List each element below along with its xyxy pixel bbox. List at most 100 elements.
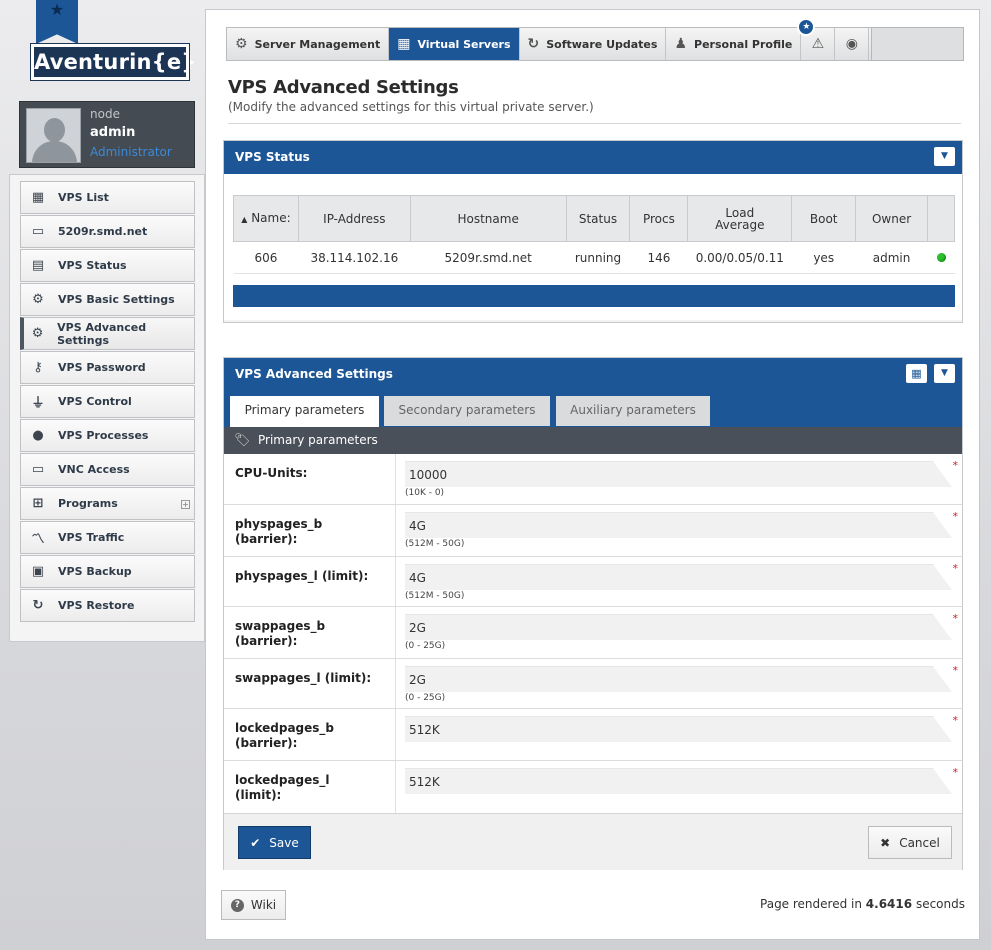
sidebar-item-vps-restore[interactable]: ↻ VPS Restore (20, 589, 195, 622)
save-button[interactable]: ✔ Save (238, 826, 311, 859)
question-circle-icon: ● (32, 428, 44, 443)
lockedpages-b-input[interactable] (405, 716, 952, 742)
tab-label: Personal Profile (694, 37, 793, 51)
logout-button[interactable]: ◉ (835, 28, 870, 60)
gear-icon: ⚙ (235, 36, 248, 52)
sidebar-item-vps-password[interactable]: ⚷ VPS Password (20, 351, 195, 384)
sidebar-item-vps-control[interactable]: ⏚ VPS Control (20, 385, 195, 418)
collapse-toggle-icon[interactable]: ▼ (934, 147, 955, 166)
swappages-b-input[interactable] (405, 614, 952, 640)
user-icon: ♟ (674, 36, 688, 52)
required-icon: * (952, 459, 959, 472)
field-hint: (512M - 50G) (405, 539, 465, 549)
required-icon: * (952, 714, 959, 727)
column-header-name[interactable]: ▲ Name: (233, 195, 299, 242)
collapse-toggle-icon[interactable]: ▼ (934, 364, 955, 383)
column-header-procs[interactable]: Procs (629, 195, 689, 242)
tab-auxiliary-parameters[interactable]: Auxiliary parameters (556, 396, 710, 426)
column-header-status[interactable]: Status (565, 195, 631, 242)
cell-hostname: 5209r.smd.net (410, 241, 567, 274)
field-label: swappages_l (limit): (235, 671, 372, 685)
sidebar-item-programs[interactable]: ⊞ Programs + (20, 487, 195, 520)
field-label: CPU-Units: (235, 466, 308, 480)
required-icon: * (952, 766, 959, 779)
nav-spacer (871, 27, 964, 61)
sidebar-nav: ▦ VPS List ▭ 5209r.smd.net ▤ VPS Status … (9, 174, 205, 642)
physpages-l-input[interactable] (405, 564, 952, 590)
refresh-icon: ↻ (527, 36, 540, 52)
sidebar-item-label: VPS Restore (58, 599, 135, 612)
gear-icon: ⚙ (32, 292, 44, 307)
user-role-link[interactable]: Administrator (90, 145, 172, 159)
column-header-owner[interactable]: Owner (855, 195, 929, 242)
logo[interactable]: Aventurin{e} (30, 43, 196, 81)
sidebar-item-label: Programs (58, 497, 118, 510)
cancel-label: Cancel (899, 835, 940, 850)
sidebar-item-vps-status[interactable]: ▤ VPS Status (20, 249, 195, 282)
sidebar-item-vps-advanced-settings[interactable]: ⚙ VPS Advanced Settings (20, 317, 195, 350)
grid-view-icon[interactable]: ▦ (906, 364, 927, 383)
sidebar-item-label: VNC Access (58, 463, 130, 476)
sidebar-item-label: VPS Backup (58, 565, 132, 578)
tab-secondary-parameters[interactable]: Secondary parameters (384, 396, 550, 426)
column-header-boot[interactable]: Boot (791, 195, 857, 242)
swappages-l-input[interactable] (405, 666, 952, 692)
field-label: swappages_b (barrier): (235, 619, 326, 648)
tab-primary-parameters[interactable]: Primary parameters (230, 396, 379, 427)
gears-icon: ⚙ (31, 326, 44, 341)
tab-strip: Primary parameters Secondary parameters … (224, 391, 962, 427)
sitemap-icon: ⊞ (32, 496, 44, 511)
lockedpages-l-input[interactable] (405, 768, 952, 794)
cell-ip: 38.114.102.16 (298, 241, 411, 274)
settings-form: CPU-Units: (10K - 0) * physpages_b (barr… (224, 454, 962, 813)
sidebar-item-vnc-access[interactable]: ▭ VNC Access (20, 453, 195, 486)
section-title: Primary parameters (258, 433, 378, 447)
sidebar-item-label: VPS List (58, 191, 109, 204)
form-row-lockedpages-b: lockedpages_b (barrier): * (224, 709, 962, 761)
sidebar-item-label: VPS Advanced Settings (57, 320, 147, 347)
tab-software-updates[interactable]: ↻ Software Updates (520, 28, 667, 60)
expand-icon[interactable]: + (181, 500, 190, 509)
sidebar-item-label: VPS Password (58, 361, 146, 374)
sidebar-item-vps-traffic[interactable]: 〽 VPS Traffic (20, 521, 195, 554)
sidebar-item-label: VPS Status (58, 259, 127, 272)
sidebar-item-vps-basic-settings[interactable]: ⚙ VPS Basic Settings (20, 283, 195, 316)
sidebar-item-label: VPS Processes (58, 429, 149, 442)
form-footer: ✔ Save ✖ Cancel (224, 813, 962, 870)
tab-virtual-servers[interactable]: ▦ Virtual Servers (389, 28, 520, 60)
cpu-units-input[interactable] (405, 461, 952, 487)
sidebar-item-vps-list[interactable]: ▦ VPS List (20, 181, 195, 214)
cell-boot: yes (791, 241, 856, 274)
field-hint: (10K - 0) (405, 488, 445, 498)
form-row-physpages-b: physpages_b (barrier): (512M - 50G) * (224, 505, 962, 557)
physpages-b-input[interactable] (405, 512, 952, 538)
sidebar-item-label: 5209r.smd.net (58, 225, 148, 238)
sidebar-item-vps-processes[interactable]: ● VPS Processes (20, 419, 195, 452)
section-header: 🏷 Primary parameters (224, 427, 962, 454)
tab-personal-profile[interactable]: ♟ Personal Profile (666, 28, 802, 60)
table-row[interactable]: 606 38.114.102.16 5209r.smd.net running … (233, 241, 955, 274)
form-row-lockedpages-l: lockedpages_l (limit): * (224, 761, 962, 813)
required-icon: * (952, 510, 959, 523)
required-icon: * (952, 664, 959, 677)
page-title: VPS Advanced Settings (228, 77, 459, 98)
top-navigation: ⚙ Server Management ▦ Virtual Servers ↻ … (226, 18, 964, 61)
field-label: physpages_l (limit): (235, 569, 369, 583)
cancel-button[interactable]: ✖ Cancel (868, 826, 952, 859)
sidebar-item-vps-backup[interactable]: ▣ VPS Backup (20, 555, 195, 588)
column-header-load[interactable]: Load Average (687, 195, 793, 242)
form-row-cpu-units: CPU-Units: (10K - 0) * (224, 454, 962, 505)
wiki-button[interactable]: ? Wiki (221, 890, 286, 920)
sidebar-item-label: VPS Traffic (58, 531, 125, 544)
column-header-indicator (927, 195, 955, 242)
user-name: admin (90, 125, 136, 140)
tab-label: Virtual Servers (417, 37, 511, 51)
column-header-hostname[interactable]: Hostname (409, 195, 567, 242)
sidebar-item-host[interactable]: ▭ 5209r.smd.net (20, 215, 195, 248)
tab-server-management[interactable]: ⚙ Server Management (227, 28, 390, 60)
status-table-container: ▲ Name: IP-Address Hostname Status Procs… (233, 195, 955, 309)
column-header-ip[interactable]: IP-Address (297, 195, 411, 242)
widget-title: VPS Advanced Settings (235, 367, 393, 381)
refresh-icon: ↻ (32, 598, 44, 613)
alerts-button[interactable]: ⚠ ★ (797, 18, 836, 60)
